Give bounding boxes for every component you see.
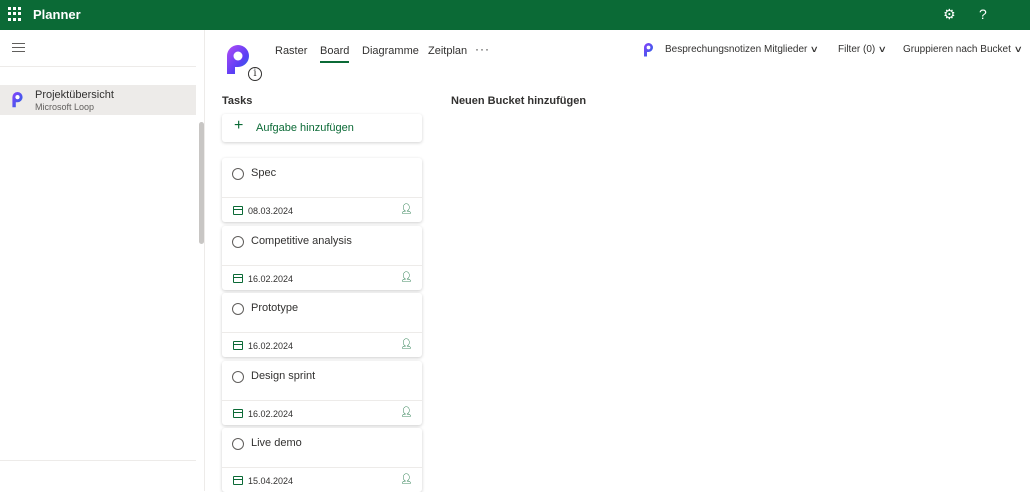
loop-logo-icon — [12, 92, 23, 108]
hamburger-icon[interactable] — [12, 43, 25, 55]
tab-board[interactable]: Board — [320, 45, 350, 63]
task-title: Spec — [251, 167, 277, 179]
members-label: Mitglieder — [764, 44, 808, 55]
group-by-label: Gruppieren nach Bucket — [903, 44, 1011, 55]
divider — [222, 197, 422, 198]
assign-user-icon[interactable]: 👤︎ — [400, 204, 413, 215]
task-card[interactable]: Design sprint 16.02.2024 👤︎ — [222, 361, 422, 425]
task-due-date: 15.04.2024 — [248, 476, 294, 486]
tab-zeitplan[interactable]: Zeitplan — [428, 45, 467, 57]
divider — [222, 467, 422, 468]
task-card[interactable]: Live demo 15.04.2024 👤︎ — [222, 428, 422, 492]
task-card[interactable]: Competitive analysis 16.02.2024 👤︎ — [222, 226, 422, 290]
plus-icon: + — [234, 117, 244, 134]
bucket-title: Tasks — [222, 95, 253, 107]
calendar-icon — [233, 206, 243, 215]
divider — [222, 265, 422, 266]
radio-circle-icon[interactable] — [232, 371, 244, 383]
sidebar-item-subtitle: Microsoft Loop — [35, 102, 95, 112]
divider — [222, 332, 422, 333]
task-due-date: 16.02.2024 — [248, 274, 294, 284]
chevron-down-icon: ∨ — [810, 44, 820, 54]
task-title: Design sprint — [251, 370, 316, 382]
task-card[interactable]: Prototype 16.02.2024 👤︎ — [222, 293, 422, 357]
calendar-icon — [233, 341, 243, 350]
calendar-icon — [233, 409, 243, 418]
divider — [0, 460, 196, 461]
radio-circle-icon[interactable] — [232, 236, 244, 248]
sidebar: Projektübersicht Microsoft Loop — [0, 30, 205, 491]
info-icon[interactable]: i — [248, 67, 262, 81]
sidebar-item-title: Projektübersicht — [35, 89, 114, 101]
add-task-button[interactable]: + Aufgabe hinzufügen — [222, 114, 422, 142]
assign-user-icon[interactable]: 👤︎ — [400, 339, 413, 350]
sidebar-item-project[interactable]: Projektübersicht Microsoft Loop — [0, 85, 196, 115]
sidebar-scrollbar[interactable] — [199, 122, 204, 244]
tab-raster[interactable]: Raster — [275, 45, 307, 57]
app-title[interactable]: Planner — [33, 7, 81, 22]
filter-dropdown[interactable]: Filter (0) ∨ — [838, 44, 888, 55]
top-bar: Planner ⚙ ? — [0, 0, 1030, 30]
filter-label: Filter (0) — [838, 44, 876, 55]
help-icon[interactable]: ? — [979, 6, 987, 22]
meeting-notes-label: Besprechungsnotizen — [665, 44, 762, 55]
divider — [0, 66, 196, 67]
loop-logo-icon — [644, 43, 653, 57]
assign-user-icon[interactable]: 👤︎ — [400, 474, 413, 485]
meeting-notes-button[interactable]: Besprechungsnotizen — [665, 44, 761, 55]
task-title: Live demo — [251, 437, 302, 449]
chevron-down-icon: ∨ — [877, 44, 888, 54]
task-card[interactable]: Spec 08.03.2024 👤︎ — [222, 158, 422, 222]
waffle-icon[interactable] — [8, 7, 22, 21]
radio-circle-icon[interactable] — [232, 438, 244, 450]
task-due-date: 16.02.2024 — [248, 341, 294, 351]
more-icon[interactable]: ··· — [475, 42, 490, 56]
task-due-date: 16.02.2024 — [248, 409, 294, 419]
settings-icon[interactable]: ⚙ — [943, 6, 956, 23]
add-bucket-button[interactable]: Neuen Bucket hinzufügen — [451, 95, 586, 107]
assign-user-icon[interactable]: 👤︎ — [400, 272, 413, 283]
calendar-icon — [233, 476, 243, 485]
task-title: Prototype — [251, 302, 299, 314]
task-title: Competitive analysis — [251, 235, 352, 247]
add-task-label: Aufgabe hinzufügen — [256, 122, 354, 134]
assign-user-icon[interactable]: 👤︎ — [400, 407, 413, 418]
radio-circle-icon[interactable] — [232, 168, 244, 180]
group-by-dropdown[interactable]: Gruppieren nach Bucket ∨ — [903, 44, 1023, 55]
members-dropdown[interactable]: Mitglieder ∨ — [764, 44, 820, 55]
tab-diagramme[interactable]: Diagramme — [362, 45, 419, 57]
divider — [222, 400, 422, 401]
radio-circle-icon[interactable] — [232, 303, 244, 315]
calendar-icon — [233, 274, 243, 283]
task-due-date: 08.03.2024 — [248, 206, 294, 216]
chevron-down-icon: ∨ — [1013, 44, 1023, 54]
